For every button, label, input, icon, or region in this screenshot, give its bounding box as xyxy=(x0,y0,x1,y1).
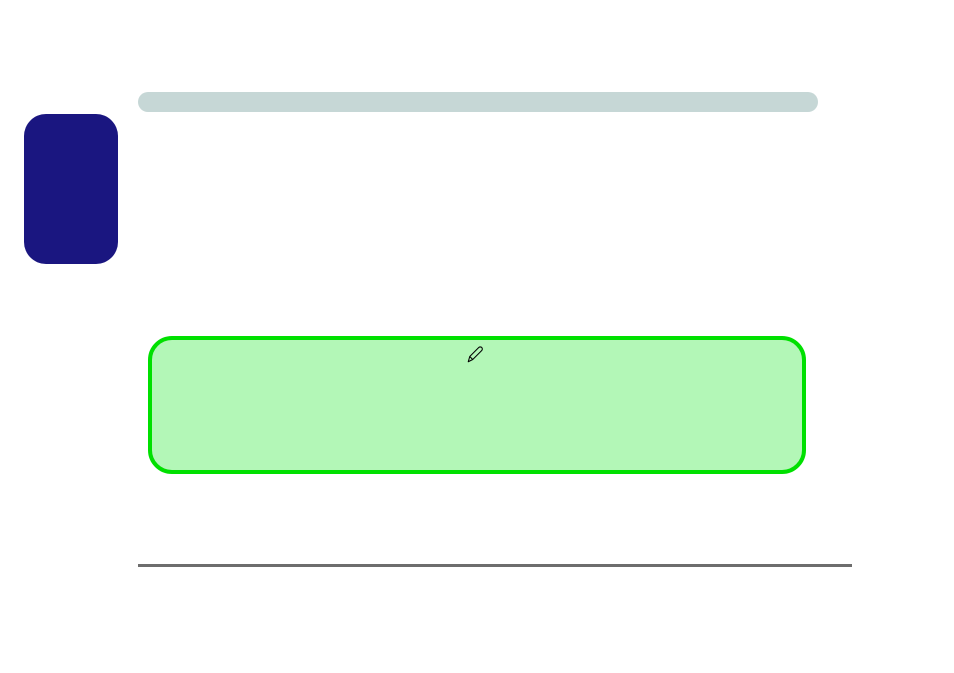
green-panel[interactable] xyxy=(148,336,806,474)
indigo-block xyxy=(24,114,118,264)
horizontal-divider xyxy=(138,564,852,567)
top-pill-bar xyxy=(138,92,818,112)
